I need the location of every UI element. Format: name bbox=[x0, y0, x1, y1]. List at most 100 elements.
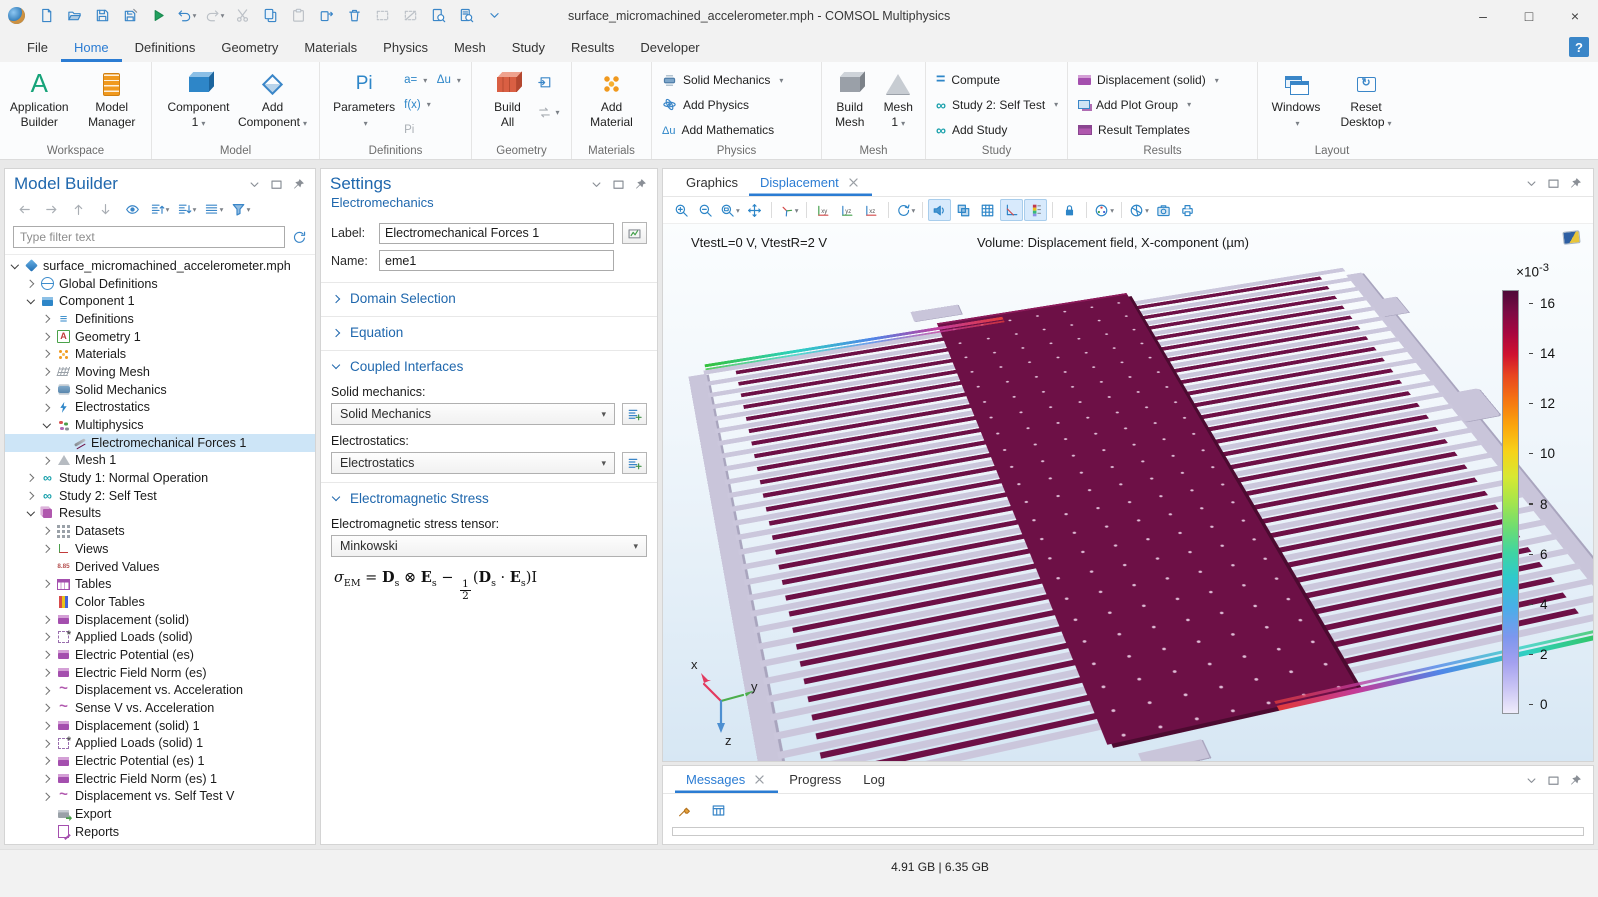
tree-item-electric-potential-es-1[interactable]: Electric Potential (es) 1 bbox=[5, 752, 315, 770]
float-panel-icon[interactable] bbox=[1546, 773, 1561, 788]
parameters-button[interactable]: Parameters bbox=[328, 67, 400, 143]
tree-expand-arrow[interactable] bbox=[41, 405, 52, 411]
collapse-panel-icon[interactable] bbox=[247, 177, 262, 192]
nonlocal-couplings-button[interactable]: Δu bbox=[437, 70, 461, 90]
menu-tab-physics[interactable]: Physics bbox=[370, 32, 441, 62]
save-as-button[interactable] bbox=[118, 3, 143, 28]
copy-button[interactable] bbox=[258, 3, 283, 28]
tree-expand-arrow[interactable] bbox=[41, 528, 52, 534]
cut-button[interactable] bbox=[230, 3, 255, 28]
show-color-legend-button[interactable] bbox=[1024, 199, 1047, 221]
float-panel-icon[interactable] bbox=[611, 177, 626, 192]
rebuild-button[interactable] bbox=[537, 105, 559, 120]
tree-expand-arrow[interactable] bbox=[41, 776, 52, 782]
label-field[interactable] bbox=[379, 223, 614, 244]
tree-collapse-arrow[interactable] bbox=[25, 512, 36, 515]
tree-item-electric-potential-es[interactable]: Electric Potential (es) bbox=[5, 646, 315, 664]
tree-expand-arrow[interactable] bbox=[41, 794, 52, 800]
menu-tab-geometry[interactable]: Geometry bbox=[208, 32, 291, 62]
menu-tab-developer[interactable]: Developer bbox=[627, 32, 712, 62]
tree-expand-arrow[interactable] bbox=[41, 351, 52, 357]
tree-item-geometry-1[interactable]: Geometry 1 bbox=[5, 328, 315, 346]
tree-collapse-arrow[interactable] bbox=[25, 300, 36, 303]
close-tab-icon[interactable] bbox=[752, 772, 767, 787]
menu-tab-results[interactable]: Results bbox=[558, 32, 627, 62]
select-box-button[interactable] bbox=[370, 3, 395, 28]
tree-item-reports[interactable]: Reports bbox=[5, 823, 315, 841]
tree-expand-arrow[interactable] bbox=[25, 281, 36, 287]
tree-expand-arrow[interactable] bbox=[41, 617, 52, 623]
show-axis-orientation-button[interactable] bbox=[1000, 199, 1023, 221]
tree-item-displacement-solid-1[interactable]: Displacement (solid) 1 bbox=[5, 717, 315, 735]
menu-tab-home[interactable]: Home bbox=[61, 32, 122, 62]
plot-area[interactable]: VtestL=0 V, VtestR=2 V Volume: Displacem… bbox=[663, 224, 1593, 761]
menu-tab-file[interactable]: File bbox=[14, 32, 61, 62]
tree-item-views[interactable]: Views bbox=[5, 540, 315, 558]
study-2-self-test-button[interactable]: Study 2: Self Test bbox=[932, 93, 1061, 117]
tree-item-multiphysics[interactable]: Multiphysics bbox=[5, 416, 315, 434]
tree-item-applied-loads-solid-1[interactable]: Applied Loads (solid) 1 bbox=[5, 735, 315, 753]
customize-toolbar-chevron-button[interactable] bbox=[482, 3, 507, 28]
add-material-button[interactable]: Add Material bbox=[576, 67, 647, 143]
collapse-panel-icon[interactable] bbox=[1524, 773, 1539, 788]
duplicate-button[interactable] bbox=[314, 3, 339, 28]
new-file-button[interactable] bbox=[34, 3, 59, 28]
tree-expand-arrow[interactable] bbox=[25, 493, 36, 499]
pin-panel-icon[interactable] bbox=[1568, 176, 1583, 191]
scene-light-button[interactable] bbox=[928, 199, 951, 221]
menu-tab-mesh[interactable]: Mesh bbox=[441, 32, 499, 62]
tree-item-electrostatics[interactable]: Electrostatics bbox=[5, 399, 315, 417]
add-plot-group-button[interactable]: Add Plot Group bbox=[1074, 93, 1251, 117]
grid-button[interactable] bbox=[976, 199, 999, 221]
reset-desktop-button[interactable]: Reset Desktop bbox=[1331, 67, 1401, 143]
parameter-case-button[interactable]: Pi bbox=[404, 120, 431, 140]
tree-item-moving-mesh[interactable]: Moving Mesh bbox=[5, 363, 315, 381]
tree-item-derived-values[interactable]: Derived Values bbox=[5, 558, 315, 576]
filter-button[interactable]: ▾ bbox=[228, 197, 253, 222]
solid-mechanics-select[interactable]: Solid Mechanics ▾ bbox=[331, 403, 615, 425]
tree-collapse-arrow[interactable] bbox=[9, 265, 20, 268]
add-study-button[interactable]: Add Study bbox=[932, 118, 1061, 142]
back-button[interactable] bbox=[12, 197, 37, 222]
save-file-button[interactable] bbox=[90, 3, 115, 28]
search-settings-button[interactable] bbox=[454, 3, 479, 28]
go-to-default-view-button[interactable]: ▾ bbox=[777, 199, 801, 221]
maximize-button[interactable]: □ bbox=[1506, 0, 1552, 32]
view-yz-button[interactable]: yz bbox=[836, 199, 859, 221]
tree-expand-arrow[interactable] bbox=[41, 458, 52, 464]
model-tree-node-text-button[interactable]: ▾ bbox=[201, 197, 226, 222]
float-panel-icon[interactable] bbox=[269, 177, 284, 192]
tree-expand-arrow[interactable] bbox=[41, 581, 52, 587]
tree-expand-arrow[interactable] bbox=[41, 634, 52, 640]
tree-item-electric-field-norm-es-1[interactable]: Electric Field Norm (es) 1 bbox=[5, 770, 315, 788]
print-button[interactable] bbox=[1176, 199, 1199, 221]
functions-button[interactable]: f(x) bbox=[404, 95, 431, 115]
tree-expand-arrow[interactable] bbox=[41, 758, 52, 764]
close-tab-icon[interactable] bbox=[846, 175, 861, 190]
windows-button[interactable]: Windows bbox=[1263, 67, 1329, 143]
tree-expand-arrow[interactable] bbox=[41, 652, 52, 658]
messages-output[interactable] bbox=[672, 827, 1584, 836]
tree-item-applied-loads-solid[interactable]: Applied Loads (solid) bbox=[5, 628, 315, 646]
pin-panel-icon[interactable] bbox=[291, 177, 306, 192]
open-messages-window-button[interactable] bbox=[706, 798, 731, 823]
tree-expand-arrow[interactable] bbox=[41, 387, 52, 393]
mesh-1-button[interactable]: Mesh 1 bbox=[875, 67, 921, 143]
compute-button[interactable]: Compute bbox=[932, 68, 1061, 92]
menu-tab-materials[interactable]: Materials bbox=[291, 32, 370, 62]
tab-graphics[interactable]: Graphics bbox=[675, 169, 749, 196]
tree-item-tables[interactable]: Tables bbox=[5, 575, 315, 593]
deselect-box-button[interactable] bbox=[398, 3, 423, 28]
find-button[interactable] bbox=[426, 3, 451, 28]
open-file-button[interactable] bbox=[62, 3, 87, 28]
tree-expand-arrow[interactable] bbox=[41, 316, 52, 322]
float-panel-icon[interactable] bbox=[1546, 176, 1561, 191]
tree-expand-arrow[interactable] bbox=[41, 705, 52, 711]
image-snapshot-button[interactable] bbox=[1152, 199, 1175, 221]
tree-item-component-1[interactable]: Component 1 bbox=[5, 292, 315, 310]
tree-expand-arrow[interactable] bbox=[41, 334, 52, 340]
tree-item-surface-micromachined-accelerometer-mph[interactable]: surface_micromachined_accelerometer.mph bbox=[5, 257, 315, 275]
expand-order-up-button[interactable]: ▾ bbox=[147, 197, 172, 222]
tree-expand-arrow[interactable] bbox=[41, 688, 52, 694]
forward-button[interactable] bbox=[39, 197, 64, 222]
